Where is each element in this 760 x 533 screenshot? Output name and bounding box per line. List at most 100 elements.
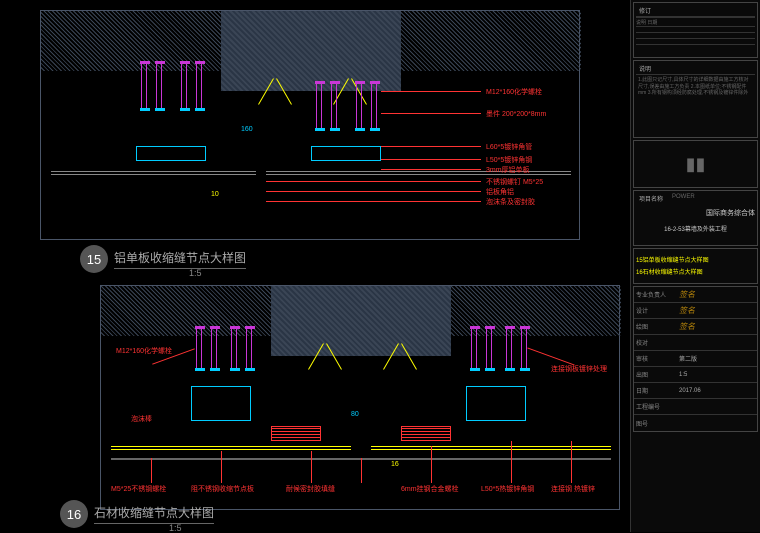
bolt	[506, 326, 512, 371]
leader	[311, 451, 312, 483]
concrete-hatch	[401, 11, 581, 71]
leader	[527, 347, 574, 365]
rev-columns: 说明 日期	[636, 17, 755, 26]
row-label: 出图	[634, 370, 679, 379]
row-value: 第二版	[679, 354, 697, 363]
row-value: 2017.06	[679, 388, 701, 394]
project-label: 项目名称	[636, 193, 666, 204]
notes-block: 说明 1.此图只记尺寸,具体尺寸的详细数据由施工方核对 尺寸,误差由施工方负责 …	[633, 60, 758, 138]
row-value: 1:5	[679, 372, 687, 378]
leader	[381, 113, 481, 114]
bolt	[181, 61, 187, 111]
bolt	[246, 326, 252, 371]
drawing-title-block: 15铝单板收缩缝节点大样图 16石材收缩缝节点大样图	[633, 248, 758, 284]
leader	[381, 91, 481, 92]
leader	[431, 446, 432, 483]
row-label: 绘图	[634, 322, 679, 331]
bolt	[371, 81, 377, 131]
logo-block: ▮▮	[633, 140, 758, 188]
dim-horizontal: 160	[241, 126, 253, 133]
callout: M12*160化学螺栓	[486, 87, 542, 97]
leader	[381, 169, 481, 170]
leader	[381, 146, 481, 147]
bolt	[521, 326, 527, 371]
leader	[266, 191, 481, 192]
column-hatch	[221, 11, 401, 91]
leader	[381, 159, 481, 160]
callout: 阻不锈钢收缩节点板	[191, 484, 254, 494]
stone-bracket	[401, 426, 451, 441]
row-label: 图号	[634, 419, 679, 428]
detail-15-title: 15 铝单板收缩缝节点大样图	[80, 245, 246, 273]
leader	[151, 458, 152, 483]
bolt	[156, 61, 162, 111]
steel-profile	[311, 146, 381, 161]
titleblock: 修订 说明 日期 说明 1.此图只记尺寸,具体尺寸的详细数据由施工方核对 尺寸,…	[630, 0, 760, 532]
dim-vertical: 10	[211, 191, 219, 198]
bolt	[331, 81, 337, 131]
stone-bracket	[271, 426, 321, 441]
callout: 连接钢 热镀锌	[551, 484, 595, 494]
callout: 泡沫棒	[131, 414, 152, 424]
leader	[511, 441, 512, 483]
bolt	[211, 326, 217, 371]
callout: 不锈钢螺钉 M5*25	[486, 177, 543, 187]
drawing-area: 160 10 M12*160化学螺栓 墨件 200*200*8mm L60*5镀…	[0, 0, 630, 532]
callout: 墨件 200*200*8mm	[486, 109, 546, 119]
project-name: POWER	[669, 193, 698, 204]
callout: 3mm厚铝单板	[486, 165, 530, 175]
signature: 签名	[679, 305, 695, 316]
row-label: 审核	[634, 354, 679, 363]
callout: 6mm挂钢合金螺栓	[401, 484, 459, 494]
callout: 耐候密封胶填缝	[286, 484, 335, 494]
column-hatch	[271, 286, 451, 356]
callout: 泡沫条及密封胶	[486, 197, 535, 207]
stone-panel	[371, 446, 611, 450]
bolt	[316, 81, 322, 131]
row-label: 工程编号	[634, 402, 679, 411]
steel-profile	[191, 386, 251, 421]
bolt	[231, 326, 237, 371]
callout: L50*5热镀锌角钢	[481, 484, 534, 494]
detail-number: 16	[60, 500, 88, 528]
detail-number: 15	[80, 245, 108, 273]
concrete-hatch	[41, 11, 221, 71]
project-code: 16-2-53幕墙及外装工程	[636, 224, 755, 233]
bolt	[486, 326, 492, 371]
detail-16-frame: 80 16 M12*160化学螺栓 连接钢板镀锌处理 泡沫棒 M5*25不锈钢螺…	[100, 285, 620, 510]
revision-header: 修订	[636, 5, 755, 17]
stone-panel	[111, 446, 351, 450]
detail-title-text: 铝单板收缩缝节点大样图	[114, 249, 246, 269]
dwg-title-1: 15铝单板收缩缝节点大样图	[636, 255, 755, 264]
leader	[571, 441, 572, 483]
bolt	[196, 61, 202, 111]
callout: M5*25不锈钢螺栓	[111, 484, 166, 494]
detail-15-frame: 160 10 M12*160化学螺栓 墨件 200*200*8mm L60*5镀…	[40, 10, 580, 240]
signature: 签名	[679, 289, 695, 300]
company-logo: ▮▮	[686, 154, 706, 175]
steel-profile	[136, 146, 206, 161]
dim-vertical: 16	[391, 461, 399, 468]
panel-line	[51, 171, 256, 175]
callout: M12*160化学螺栓	[116, 346, 172, 356]
bolt	[196, 326, 202, 371]
notes-text: 1.此图只记尺寸,具体尺寸的详细数据由施工方核对 尺寸,误差由施工方负责 2.本…	[636, 75, 755, 99]
leader	[361, 458, 362, 483]
row-label: 设计	[634, 306, 679, 315]
signature-rows: 专业负责人 签名 设计 签名 绘图 签名 校对 审核 第二版 出图 1:5 日期…	[633, 286, 758, 432]
row-label: 日期	[634, 386, 679, 395]
callout: L50*5镀锌角钢	[486, 155, 532, 165]
leader	[266, 201, 481, 202]
revision-block: 修订 说明 日期	[633, 2, 758, 58]
leader	[221, 451, 222, 483]
bolt	[141, 61, 147, 111]
project-block: 项目名称 POWER 国际商务综合体 16-2-53幕墙及外装工程	[633, 190, 758, 246]
callout: 铝板角铝	[486, 187, 514, 197]
detail-15-scale: 1:5	[189, 268, 202, 278]
bolt	[471, 326, 477, 371]
project-title: 国际商务综合体	[636, 208, 755, 218]
callout: L60*5镀锌角管	[486, 142, 532, 152]
row-label: 专业负责人	[634, 290, 679, 299]
detail-title-text: 石材收缩缝节点大样图	[94, 504, 214, 524]
dwg-title-2: 16石材收缩缝节点大样图	[636, 267, 755, 276]
